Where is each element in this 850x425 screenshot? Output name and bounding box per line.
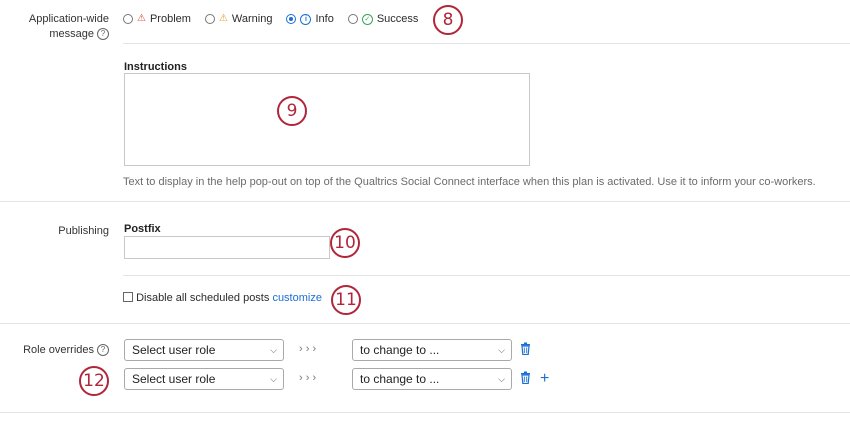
divider	[0, 412, 850, 413]
radio-info[interactable]	[286, 14, 297, 24]
help-icon[interactable]: ?	[97, 344, 109, 356]
chevron-down-icon: ⌵	[498, 345, 505, 355]
radio-warning[interactable]	[204, 14, 215, 24]
select-change-to-value: to change to ...	[360, 372, 440, 386]
instructions-textarea[interactable]	[124, 73, 530, 166]
arrow-separator: › › ›	[299, 343, 317, 355]
role-overrides-label-wrap: Role overrides?	[0, 343, 109, 358]
role-overrides-label: Role overrides	[23, 344, 94, 356]
disable-scheduled-posts-checkbox[interactable]	[123, 292, 133, 302]
app-message-label-line1: Application-wide	[28, 13, 109, 25]
chevron-down-icon: ⌵	[270, 345, 277, 355]
callout-marker-8: 8	[433, 5, 463, 35]
chevron-down-icon: ⌵	[498, 374, 505, 384]
select-user-role-value: Select user role	[132, 372, 216, 386]
radio-problem[interactable]	[123, 14, 133, 24]
trash-icon[interactable]	[520, 371, 531, 387]
divider	[123, 275, 850, 276]
arrow-separator: › › ›	[299, 372, 317, 384]
postfix-input[interactable]	[124, 236, 330, 259]
select-change-to-value: to change to ...	[360, 343, 440, 357]
divider	[0, 201, 850, 202]
postfix-title: Postfix	[124, 223, 161, 235]
app-message-label-line2: message	[49, 28, 94, 40]
radio-label-success: Success	[376, 13, 419, 25]
info-circle-icon: i	[300, 13, 312, 25]
radio-label-info: Info	[315, 13, 334, 25]
instructions-title: Instructions	[124, 61, 187, 73]
select-user-role-value: Select user role	[132, 343, 216, 357]
check-circle-icon: ✓	[361, 13, 373, 25]
divider	[123, 43, 850, 44]
warning-triangle-red-icon: ⚠	[137, 13, 146, 24]
message-type-radio-group: ⚠ Problem ⚠ Warning i Info ✓ Success	[123, 12, 432, 26]
disable-scheduled-posts-label[interactable]: Disable all scheduled posts	[136, 292, 269, 304]
select-change-to-2[interactable]: to change to ... ⌵	[352, 368, 512, 390]
radio-option-problem[interactable]: ⚠ Problem	[123, 13, 191, 25]
radio-success[interactable]	[347, 14, 358, 24]
publishing-label: Publishing	[58, 225, 109, 237]
callout-marker-11: 11	[331, 285, 361, 315]
callout-marker-10: 10	[330, 228, 360, 258]
divider	[0, 323, 850, 324]
callout-marker-9: 9	[277, 96, 307, 126]
disable-scheduled-posts-row: Disable all scheduled posts customize	[123, 292, 322, 304]
chevron-down-icon: ⌵	[270, 374, 277, 384]
callout-marker-12: 12	[79, 366, 109, 396]
select-change-to-1[interactable]: to change to ... ⌵	[352, 339, 512, 361]
select-user-role-1[interactable]: Select user role ⌵	[124, 339, 284, 361]
radio-label-warning: Warning	[231, 13, 273, 25]
add-row-plus-icon[interactable]: +	[540, 371, 549, 387]
radio-label-problem: Problem	[149, 13, 191, 25]
app-message-label-line2-wrap: message?	[0, 27, 109, 42]
customize-link[interactable]: customize	[272, 292, 322, 304]
radio-option-warning[interactable]: ⚠ Warning	[204, 13, 273, 25]
radio-option-success[interactable]: ✓ Success	[347, 13, 419, 25]
radio-option-info[interactable]: i Info	[286, 13, 334, 25]
app-message-label: Application-wide message?	[0, 12, 109, 42]
warning-triangle-orange-icon: ⚠	[218, 13, 228, 24]
help-icon[interactable]: ?	[97, 28, 109, 40]
trash-icon[interactable]	[520, 342, 531, 358]
select-user-role-2[interactable]: Select user role ⌵	[124, 368, 284, 390]
instructions-hint: Text to display in the help pop-out on t…	[123, 176, 816, 188]
